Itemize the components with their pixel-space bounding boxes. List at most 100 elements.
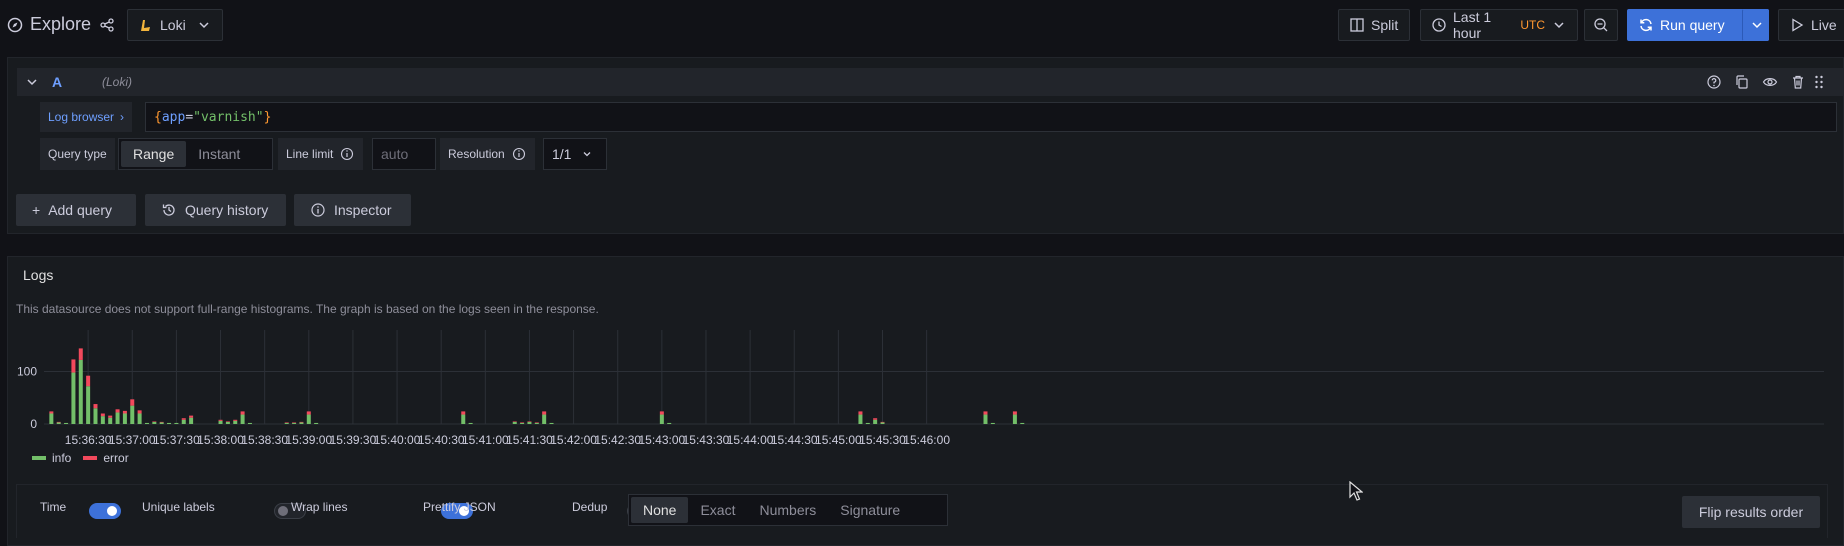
run-query-interval-dropdown[interactable]: [1742, 9, 1769, 41]
x-tick-label: 15:44:00: [727, 433, 774, 447]
logql-query-input[interactable]: {app = "varnish"}: [145, 102, 1837, 132]
help-icon[interactable]: [1706, 74, 1722, 90]
prettify-json-option: Prettify JSON: [423, 500, 496, 514]
legend-swatch-info: [32, 456, 46, 460]
bar-info: [122, 413, 127, 424]
wrap-lines-label: Wrap lines: [291, 500, 348, 514]
bar-error: [130, 399, 135, 406]
legend-swatch-error: [83, 456, 98, 460]
bar-info: [181, 419, 186, 424]
resolution-select[interactable]: 1/1: [543, 138, 607, 170]
time-range-picker[interactable]: Last 1 hour UTC: [1420, 9, 1578, 41]
logs-title: Logs: [23, 267, 54, 283]
split-label: Split: [1371, 17, 1399, 33]
bar-info: [100, 416, 105, 424]
x-tick-label: 15:38:30: [241, 433, 288, 447]
dedup-none[interactable]: None: [631, 497, 689, 523]
collapse-chevron-icon[interactable]: [24, 74, 40, 90]
duplicate-icon[interactable]: [1734, 74, 1750, 90]
split-button[interactable]: Split: [1338, 9, 1410, 41]
dedup-exact[interactable]: Exact: [688, 497, 747, 523]
bar-info: [130, 405, 135, 424]
add-query-button[interactable]: + Add query: [16, 194, 136, 226]
unique-labels-option: Unique labels: [142, 500, 215, 514]
datasource-picker[interactable]: Loki: [127, 9, 223, 41]
chevron-down-icon: [579, 146, 595, 162]
explore-toolbar: Explore Loki Split Last 1 hour UTC Run q…: [0, 0, 1844, 50]
dedup-signature[interactable]: Signature: [828, 497, 912, 523]
history-icon: [161, 202, 177, 218]
legend-error-label[interactable]: error: [103, 451, 128, 465]
info-circle-icon: [310, 202, 326, 218]
query-label-value: "varnish": [193, 109, 264, 125]
resolution-value: 1/1: [552, 146, 572, 162]
chevron-down-icon: [1749, 17, 1765, 33]
bar-info: [1020, 422, 1025, 424]
bar-error: [115, 409, 120, 413]
bar-error: [78, 348, 83, 360]
bar-info: [49, 413, 54, 424]
bar-info: [314, 422, 319, 424]
datasource-name: Loki: [160, 17, 186, 33]
prettify-json-label: Prettify JSON: [423, 500, 496, 514]
log-browser-button[interactable]: Log browser ›: [40, 102, 133, 132]
unique-labels-label: Unique labels: [142, 500, 215, 514]
zoom-out-button[interactable]: [1584, 9, 1618, 41]
bar-info: [527, 421, 532, 424]
trash-icon[interactable]: [1790, 74, 1806, 90]
time-range-label: Last 1 hour: [1453, 9, 1492, 41]
bar-info: [137, 413, 142, 424]
query-brace-open: {: [154, 109, 162, 125]
bar-info: [292, 422, 297, 424]
plus-icon: +: [32, 202, 41, 218]
x-tick-label: 15:40:00: [374, 433, 421, 447]
bar-info: [159, 422, 164, 424]
chevron-down-icon: [196, 17, 212, 33]
bar-error: [189, 415, 194, 418]
inspector-button[interactable]: Inspector: [294, 194, 411, 226]
info-icon[interactable]: [339, 146, 355, 162]
info-icon[interactable]: [511, 146, 527, 162]
bar-info: [233, 420, 238, 424]
sync-icon: [1638, 17, 1654, 33]
drag-handle-icon[interactable]: [1811, 74, 1827, 90]
bar-info: [167, 422, 172, 424]
bar-error: [512, 421, 517, 422]
x-tick-label: 15:41:00: [462, 433, 509, 447]
flip-results-label: Flip results order: [1698, 504, 1804, 520]
bar-error: [122, 410, 127, 414]
compass-icon: [7, 17, 23, 33]
live-button[interactable]: Live: [1778, 9, 1844, 41]
bar-error: [542, 411, 547, 415]
query-type-instant[interactable]: Instant: [186, 141, 252, 167]
query-ref-id[interactable]: A: [52, 74, 62, 90]
bar-info: [1012, 414, 1017, 424]
x-tick-label: 15:46:00: [903, 433, 950, 447]
bar-info: [189, 417, 194, 424]
dedup-numbers[interactable]: Numbers: [747, 497, 828, 523]
legend-info-label[interactable]: info: [52, 451, 71, 465]
histogram-grid: [44, 330, 1824, 425]
bar-info: [468, 422, 473, 424]
dedup-label: Dedup: [572, 500, 608, 514]
line-limit-input[interactable]: auto: [372, 138, 436, 170]
histogram-bars: [49, 348, 1025, 424]
dedup-option: Dedup: [572, 500, 607, 514]
bar-error: [159, 421, 164, 423]
time-toggle[interactable]: [89, 503, 121, 520]
x-tick-label: 15:40:30: [418, 433, 465, 447]
bar-error: [292, 422, 297, 423]
bar-info: [534, 422, 539, 424]
query-history-button[interactable]: Query history: [145, 194, 286, 226]
bar-error: [56, 421, 61, 423]
query-type-range[interactable]: Range: [121, 141, 187, 167]
bar-error: [880, 421, 885, 423]
bar-info: [983, 414, 988, 424]
bar-error: [858, 411, 863, 415]
share-icon[interactable]: [99, 17, 115, 33]
add-query-label: Add query: [48, 202, 113, 218]
bar-info: [225, 421, 230, 424]
flip-results-order-button[interactable]: Flip results order: [1682, 496, 1820, 528]
x-tick-label: 15:37:00: [109, 433, 156, 447]
eye-icon[interactable]: [1762, 74, 1778, 90]
